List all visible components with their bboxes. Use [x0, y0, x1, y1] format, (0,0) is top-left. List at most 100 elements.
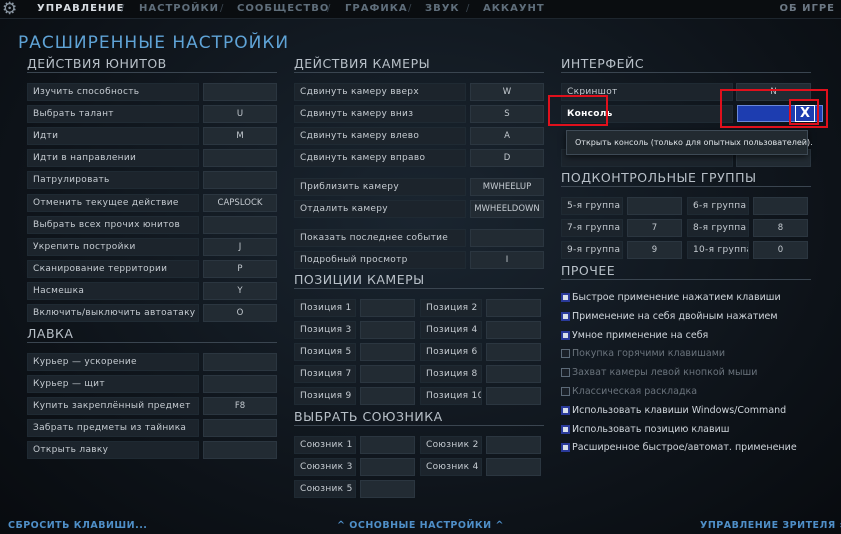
keybind-key[interactable]	[486, 321, 541, 339]
keybind-key[interactable]: Y	[203, 281, 277, 300]
keybind-row[interactable]: Открыть лавку	[27, 441, 277, 459]
keybind-row[interactable]: Позиция 10	[420, 387, 541, 405]
keybind-key[interactable]	[360, 321, 415, 339]
keybind-key[interactable]: P	[203, 259, 277, 278]
keybind-key[interactable]: U	[203, 105, 277, 124]
nav-tab-sound[interactable]: ЗВУК	[425, 3, 460, 14]
keybind-row[interactable]: Союзник 3	[294, 458, 415, 476]
keybind-key[interactable]	[360, 365, 415, 383]
keybind-key[interactable]	[753, 197, 808, 215]
keybind-key[interactable]: A	[470, 127, 544, 145]
keybind-key[interactable]: MWHEELUP	[470, 178, 544, 196]
checkbox-checked-icon[interactable]	[561, 330, 570, 340]
keybind-row[interactable]: Включить/выключить автоатаку O	[27, 304, 277, 322]
keybind-key[interactable]	[203, 419, 277, 437]
keybind-row[interactable]: Насмешка Y	[27, 281, 277, 300]
keybind-row[interactable]: Позиция 8	[420, 365, 541, 383]
keybind-row[interactable]: Выбрать талант U	[27, 105, 277, 124]
keybind-key[interactable]	[203, 441, 277, 459]
keybind-row[interactable]: Позиция 3	[294, 321, 415, 339]
keybind-key[interactable]: I	[470, 251, 544, 269]
checkbox-checked-icon[interactable]	[561, 424, 570, 434]
keybind-key[interactable]	[360, 299, 415, 317]
about-game-link[interactable]: ОБ ИГРЕ	[779, 3, 835, 14]
keybind-key[interactable]: W	[470, 83, 544, 101]
keybind-key[interactable]: 0	[753, 241, 808, 259]
keybind-key[interactable]	[360, 458, 415, 476]
keybind-row[interactable]: Позиция 7	[294, 365, 415, 383]
keybind-row[interactable]: Идти M	[27, 127, 277, 146]
keybind-key[interactable]: O	[203, 304, 277, 322]
keybind-row[interactable]: Союзник 4	[420, 458, 541, 476]
keybind-key[interactable]: 8	[753, 219, 808, 237]
nav-tab-graphics[interactable]: ГРАФИКА	[345, 3, 408, 14]
option-checkbox[interactable]: Быстрое применение нажатием клавиши	[561, 291, 821, 305]
checkbox-unchecked-icon[interactable]	[561, 387, 570, 396]
keybind-key[interactable]: 9	[627, 241, 682, 259]
keybind-row[interactable]: 10-я группа 0	[687, 241, 808, 259]
keybind-row[interactable]: Выбрать всех прочих юнитов	[27, 215, 277, 234]
keybind-key[interactable]: F8	[203, 397, 277, 415]
keybind-row[interactable]: Приблизить камеру MWHEELUP	[294, 178, 544, 196]
checkbox-checked-icon[interactable]	[561, 311, 570, 321]
nav-tab-community[interactable]: СООБЩЕСТВО	[237, 3, 329, 14]
keybind-key[interactable]	[486, 458, 541, 476]
keybind-key[interactable]	[203, 215, 277, 234]
keybind-key[interactable]: D	[470, 149, 544, 167]
keybind-key[interactable]: S	[470, 105, 544, 123]
keybind-row[interactable]: Курьер — ускорение	[27, 353, 277, 371]
keybind-key[interactable]	[486, 343, 541, 361]
keybind-key[interactable]	[470, 229, 544, 247]
option-checkbox[interactable]: Покупка горячими клавишами	[561, 347, 821, 361]
keybind-row[interactable]: Отдалить камеру MWHEELDOWN	[294, 200, 544, 218]
checkbox-unchecked-icon[interactable]	[561, 368, 570, 378]
keybind-row[interactable]: Показать последнее событие	[294, 229, 544, 247]
keybind-row[interactable]: Союзник 1	[294, 436, 415, 454]
checkbox-unchecked-icon[interactable]	[561, 349, 570, 359]
nav-tab-account[interactable]: АККАУНТ	[483, 3, 545, 14]
keybind-row[interactable]: Сдвинуть камеру вправо D	[294, 149, 544, 167]
keybind-key[interactable]	[486, 387, 541, 405]
reset-keys-link[interactable]: СБРОСИТЬ КЛАВИШИ...	[8, 520, 147, 531]
keybind-key[interactable]: J	[203, 237, 277, 256]
keybind-key[interactable]	[486, 436, 541, 454]
keybind-row[interactable]: Идти в направлении	[27, 149, 277, 168]
nav-tab-controls[interactable]: УПРАВЛЕНИЕ	[37, 3, 124, 14]
keybind-key[interactable]	[203, 353, 277, 371]
keybind-row[interactable]: 5-я группа	[561, 197, 682, 215]
keybind-key[interactable]	[360, 343, 415, 361]
keybind-key[interactable]	[486, 365, 541, 383]
gear-icon[interactable]: ⚙	[2, 0, 17, 18]
keybind-row[interactable]: 6-я группа	[687, 197, 808, 215]
option-checkbox[interactable]: Использовать позицию клавиш	[561, 423, 821, 437]
keybind-key[interactable]: 7	[627, 219, 682, 237]
keybind-row[interactable]: Изучить способность	[27, 83, 277, 101]
nav-tab-settings[interactable]: НАСТРОЙКИ	[139, 3, 219, 14]
keybind-row[interactable]: Позиция 5	[294, 343, 415, 361]
keybind-row[interactable]: Позиция 6	[420, 343, 541, 361]
option-checkbox[interactable]: Использовать клавиши Windows/Command	[561, 404, 821, 418]
keybind-row[interactable]: Союзник 5	[294, 480, 415, 498]
checkbox-checked-icon[interactable]	[561, 293, 570, 302]
keybind-key[interactable]	[203, 171, 277, 190]
option-checkbox[interactable]: Умное применение на себя	[561, 329, 821, 343]
keybind-row[interactable]: Позиция 9	[294, 387, 415, 405]
keybind-row[interactable]: Сдвинуть камеру вверх W	[294, 83, 544, 101]
spectator-controls-link[interactable]: УПРАВЛЕНИЕ ЗРИТЕЛЯ »	[700, 520, 841, 531]
keybind-row[interactable]: Патрулировать	[27, 171, 277, 190]
keybind-key[interactable]	[203, 83, 277, 101]
keybind-row[interactable]: Позиция 1	[294, 299, 415, 317]
keybind-key[interactable]	[627, 197, 682, 215]
keybind-row[interactable]: 7-я группа 7	[561, 219, 682, 237]
option-checkbox[interactable]: Применение на себя двойным нажатием	[561, 310, 821, 324]
checkbox-checked-icon[interactable]	[561, 443, 570, 453]
checkbox-checked-icon[interactable]	[561, 405, 570, 415]
keybind-key[interactable]	[203, 149, 277, 168]
option-checkbox[interactable]: Захват камеры левой кнопкой мыши	[561, 366, 821, 380]
keybind-row[interactable]: Забрать предметы из тайника	[27, 419, 277, 437]
keybind-row[interactable]: Сдвинуть камеру вниз S	[294, 105, 544, 123]
keybind-row[interactable]: Укрепить постройки J	[27, 237, 277, 256]
keybind-key[interactable]	[360, 387, 415, 405]
keybind-key[interactable]	[486, 299, 541, 317]
keybind-key[interactable]: M	[203, 127, 277, 146]
